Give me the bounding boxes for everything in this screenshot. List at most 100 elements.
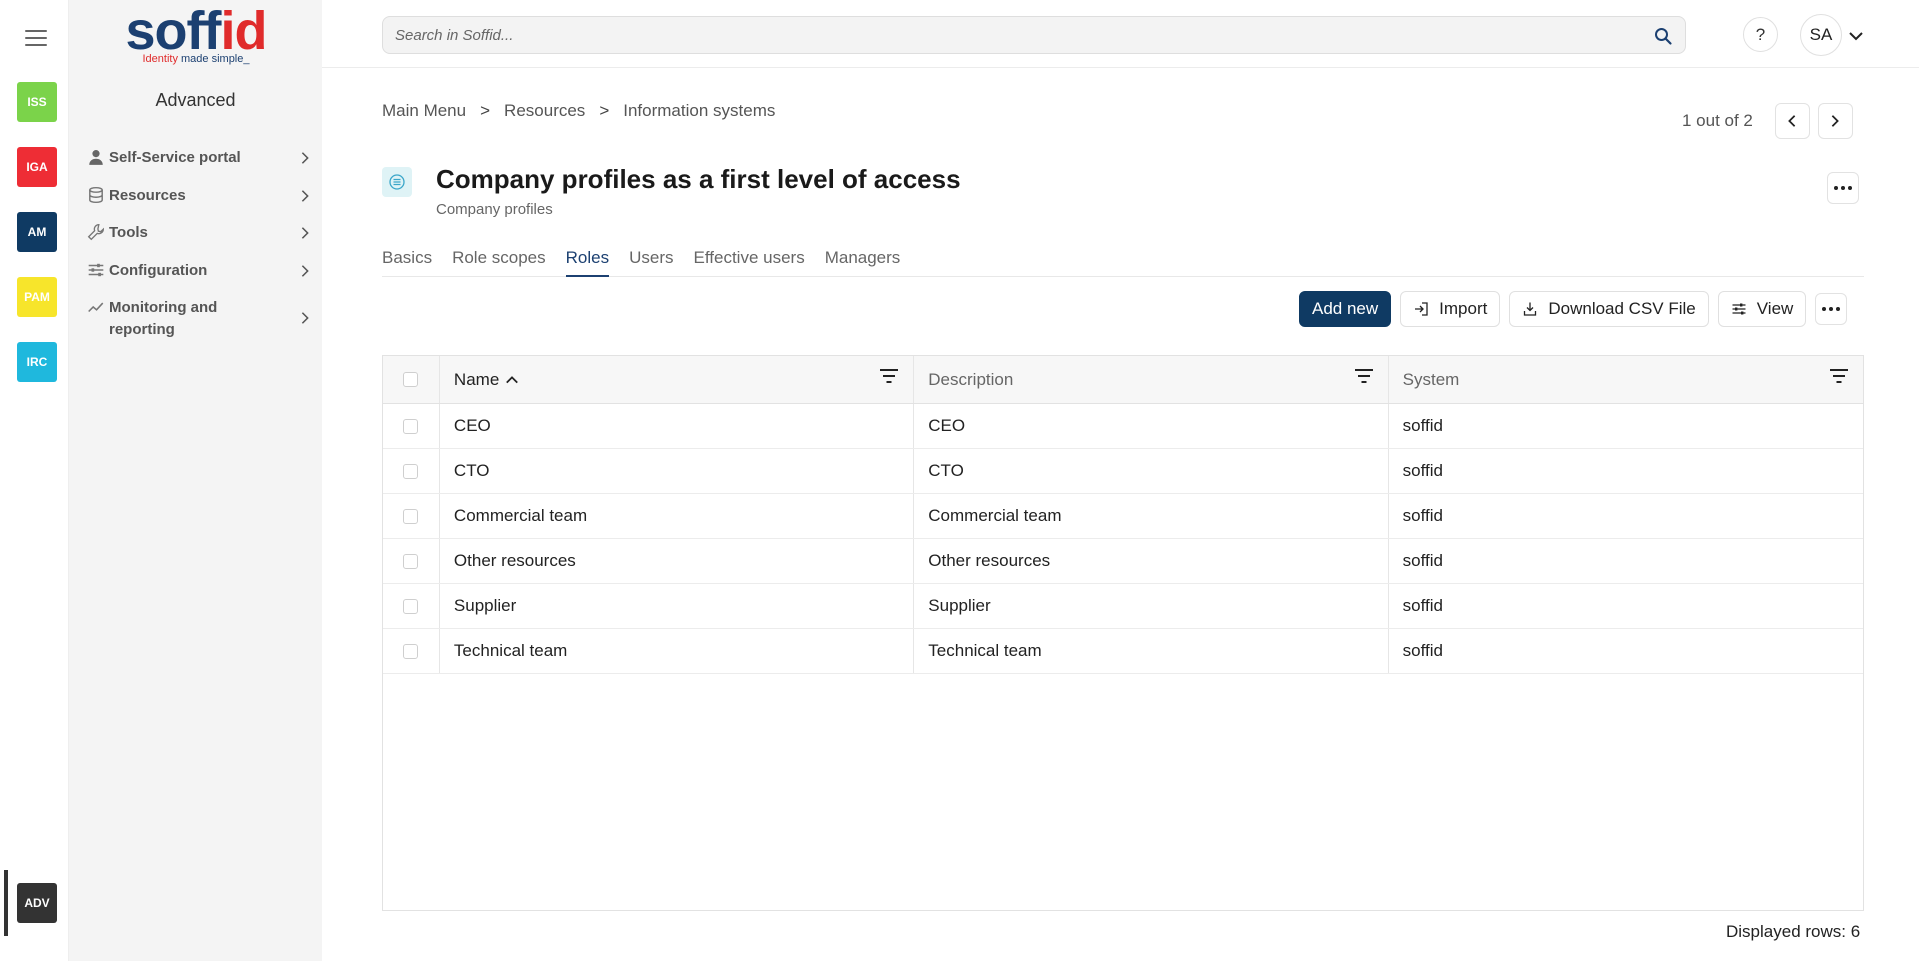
table-row[interactable]: Commercial team Commercial team soffid: [383, 494, 1863, 539]
add-new-button[interactable]: Add new: [1299, 291, 1392, 327]
app-rail: ISS IGA AM PAM IRC ADV: [0, 0, 69, 961]
tab-role-scopes[interactable]: Role scopes: [452, 248, 546, 277]
sidebar-item-monitoring-and-reporting[interactable]: Monitoring and reporting: [87, 297, 312, 341]
user-avatar[interactable]: SA: [1800, 14, 1842, 56]
tab-managers[interactable]: Managers: [825, 248, 901, 277]
chevron-left-icon: [1788, 115, 1796, 127]
chevron-right-icon: [301, 265, 309, 277]
sidebar-item-self-service-portal[interactable]: Self-Service portal: [87, 147, 312, 169]
sidebar-item-resources[interactable]: Resources: [87, 185, 312, 207]
cell-name: Technical team: [440, 629, 915, 673]
download-csv-button[interactable]: Download CSV File: [1509, 291, 1709, 327]
cell-name: CTO: [440, 449, 915, 493]
sidebar: soffid Identity made simple_ Advanced Se…: [69, 0, 322, 961]
row-checkbox[interactable]: [403, 598, 419, 614]
cell-name: CEO: [440, 404, 915, 448]
row-checkbox[interactable]: [403, 418, 419, 434]
sort-ascending-icon[interactable]: [505, 373, 519, 387]
import-icon: [1415, 302, 1428, 316]
breadcrumb-main-menu[interactable]: Main Menu: [382, 101, 466, 121]
sliders-icon: [1732, 303, 1746, 315]
app-am-button[interactable]: AM: [17, 212, 57, 252]
column-header-system[interactable]: System: [1389, 356, 1863, 403]
list-icon: [382, 167, 412, 197]
database-icon: [89, 186, 103, 204]
sidebar-item-label: Configuration: [109, 262, 208, 279]
top-bar: ? SA: [322, 0, 1919, 68]
cell-description: CEO: [914, 404, 1389, 448]
download-icon: [1524, 302, 1537, 316]
cell-name: Supplier: [440, 584, 915, 628]
filter-icon[interactable]: [879, 368, 899, 384]
chevron-right-icon: [301, 312, 309, 324]
breadcrumb-separator: >: [599, 101, 610, 120]
record-pager: 1 out of 2: [1682, 103, 1853, 139]
breadcrumb: Main Menu > Resources > Information syst…: [382, 101, 775, 121]
tab-basics[interactable]: Basics: [382, 248, 432, 277]
page-title: Company profiles as a first level of acc…: [436, 164, 961, 194]
next-record-button[interactable]: [1817, 103, 1853, 139]
tab-bar: Basics Role scopes Roles Users Effective…: [382, 248, 1864, 277]
cell-name: Commercial team: [440, 494, 915, 538]
sidebar-item-configuration[interactable]: Configuration: [87, 260, 312, 282]
table-more-options-button[interactable]: [1815, 293, 1848, 325]
previous-record-button[interactable]: [1774, 103, 1810, 139]
row-checkbox[interactable]: [403, 463, 419, 479]
sidebar-item-tools[interactable]: Tools: [87, 222, 312, 244]
app-irc-button[interactable]: IRC: [17, 342, 57, 382]
chevron-right-icon: [1832, 115, 1840, 127]
app-iss-button[interactable]: ISS: [17, 82, 57, 122]
help-button[interactable]: ?: [1743, 17, 1778, 52]
chevron-right-icon: [301, 152, 309, 164]
row-checkbox[interactable]: [403, 508, 419, 524]
column-header-description[interactable]: Description: [914, 356, 1389, 403]
table-row[interactable]: CEO CEO soffid: [383, 404, 1863, 449]
cell-description: Other resources: [914, 539, 1389, 583]
hamburger-menu-icon[interactable]: [25, 30, 47, 48]
view-button[interactable]: View: [1717, 291, 1807, 327]
table-row[interactable]: Technical team Technical team soffid: [383, 629, 1863, 674]
cell-description: Commercial team: [914, 494, 1389, 538]
table-row[interactable]: Other resources Other resources soffid: [383, 539, 1863, 584]
app-iga-button[interactable]: IGA: [17, 147, 57, 187]
soffid-logo[interactable]: soffid Identity made simple_: [121, 4, 271, 70]
cell-system: soffid: [1402, 596, 1443, 615]
cell-system: soffid: [1402, 506, 1443, 525]
cell-description: Technical team: [914, 629, 1389, 673]
breadcrumb-information-systems[interactable]: Information systems: [623, 101, 775, 121]
search-input[interactable]: [383, 17, 1623, 53]
table-row[interactable]: Supplier Supplier soffid: [383, 584, 1863, 629]
row-checkbox[interactable]: [403, 643, 419, 659]
filter-icon[interactable]: [1354, 368, 1374, 384]
page-subtitle: Company profiles: [436, 201, 553, 218]
table-header: Name Description System: [383, 356, 1863, 404]
tab-roles[interactable]: Roles: [565, 248, 610, 277]
page-more-options-button[interactable]: [1827, 172, 1859, 204]
cell-description: CTO: [914, 449, 1389, 493]
table-row[interactable]: CTO CTO soffid: [383, 449, 1863, 494]
search-bar: [382, 16, 1686, 54]
person-icon: [89, 150, 103, 165]
app-pam-button[interactable]: PAM: [17, 277, 57, 317]
chevron-right-icon: [301, 190, 309, 202]
select-all-checkbox[interactable]: [403, 372, 419, 387]
sliders-icon: [88, 263, 104, 277]
column-header-name[interactable]: Name: [440, 356, 915, 403]
sidebar-item-label: Tools: [109, 224, 148, 241]
displayed-rows-count: Displayed rows: 6: [1726, 922, 1861, 941]
search-icon[interactable]: [1653, 26, 1673, 46]
cell-system: soffid: [1402, 416, 1443, 435]
pager-text: 1 out of 2: [1682, 111, 1753, 130]
breadcrumb-resources[interactable]: Resources: [504, 101, 585, 121]
row-checkbox[interactable]: [403, 553, 419, 569]
cell-system: soffid: [1402, 551, 1443, 570]
breadcrumb-separator: >: [480, 101, 491, 120]
tab-users[interactable]: Users: [629, 248, 673, 277]
sidebar-item-label: Self-Service portal: [109, 149, 241, 166]
filter-icon[interactable]: [1829, 368, 1849, 384]
chevron-right-icon: [301, 227, 309, 239]
import-button[interactable]: Import: [1400, 291, 1501, 327]
tab-effective-users[interactable]: Effective users: [694, 248, 805, 277]
app-adv-button[interactable]: ADV: [17, 883, 57, 923]
chevron-down-icon[interactable]: [1848, 28, 1864, 44]
